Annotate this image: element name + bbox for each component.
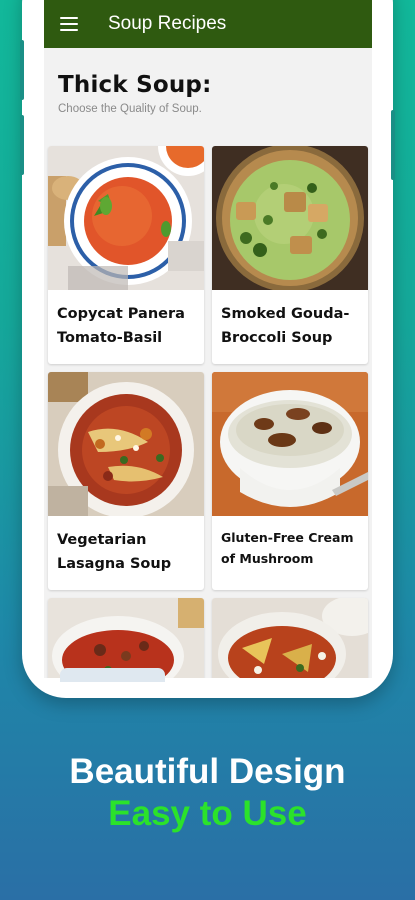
- recipe-card[interactable]: [212, 598, 368, 678]
- tortilla-soup-image: [212, 598, 368, 678]
- phone-side-button: [20, 115, 24, 175]
- recipe-card[interactable]: Copycat Panera Tomato-Basil: [48, 146, 204, 364]
- scroll-peek: [60, 668, 165, 682]
- recipe-grid: Copycat Panera Tomato-Basil Smoked Gouda…: [48, 146, 370, 678]
- recipe-card-label: Copycat Panera Tomato-Basil: [57, 306, 185, 346]
- phone-side-button: [391, 110, 395, 180]
- phone-side-button: [20, 40, 24, 100]
- app-screen: Soup Recipes Thick Soup: Choose the Qual…: [44, 0, 372, 678]
- recipe-card[interactable]: [48, 598, 204, 678]
- recipe-card[interactable]: Gluten-Free Cream of Mushroom: [212, 372, 368, 590]
- tomato-basil-soup-image: [48, 146, 204, 290]
- app-bar: Soup Recipes: [44, 0, 372, 48]
- promo-subtitle: Easy to Use: [108, 794, 307, 833]
- page-subtitle: Choose the Quality of Soup.: [58, 103, 202, 115]
- recipe-card-label: Gluten-Free Cream of Mushroom: [221, 530, 354, 566]
- beef-soup-image: [48, 598, 204, 678]
- recipe-card[interactable]: Vegetarian Lasagna Soup: [48, 372, 204, 590]
- mushroom-soup-image: [212, 372, 368, 516]
- lasagna-soup-image: [48, 372, 204, 516]
- menu-icon[interactable]: [60, 17, 78, 31]
- broccoli-soup-image: [212, 146, 368, 290]
- page-title: Thick Soup:: [58, 72, 212, 98]
- section-header: Thick Soup: Choose the Quality of Soup.: [44, 48, 372, 115]
- promo-title: Beautiful Design: [69, 752, 346, 791]
- recipe-card-label: Smoked Gouda-Broccoli Soup: [221, 306, 350, 346]
- recipe-card-label: Vegetarian Lasagna Soup: [57, 532, 172, 572]
- app-title: Soup Recipes: [108, 13, 227, 34]
- recipe-card[interactable]: Smoked Gouda-Broccoli Soup: [212, 146, 368, 364]
